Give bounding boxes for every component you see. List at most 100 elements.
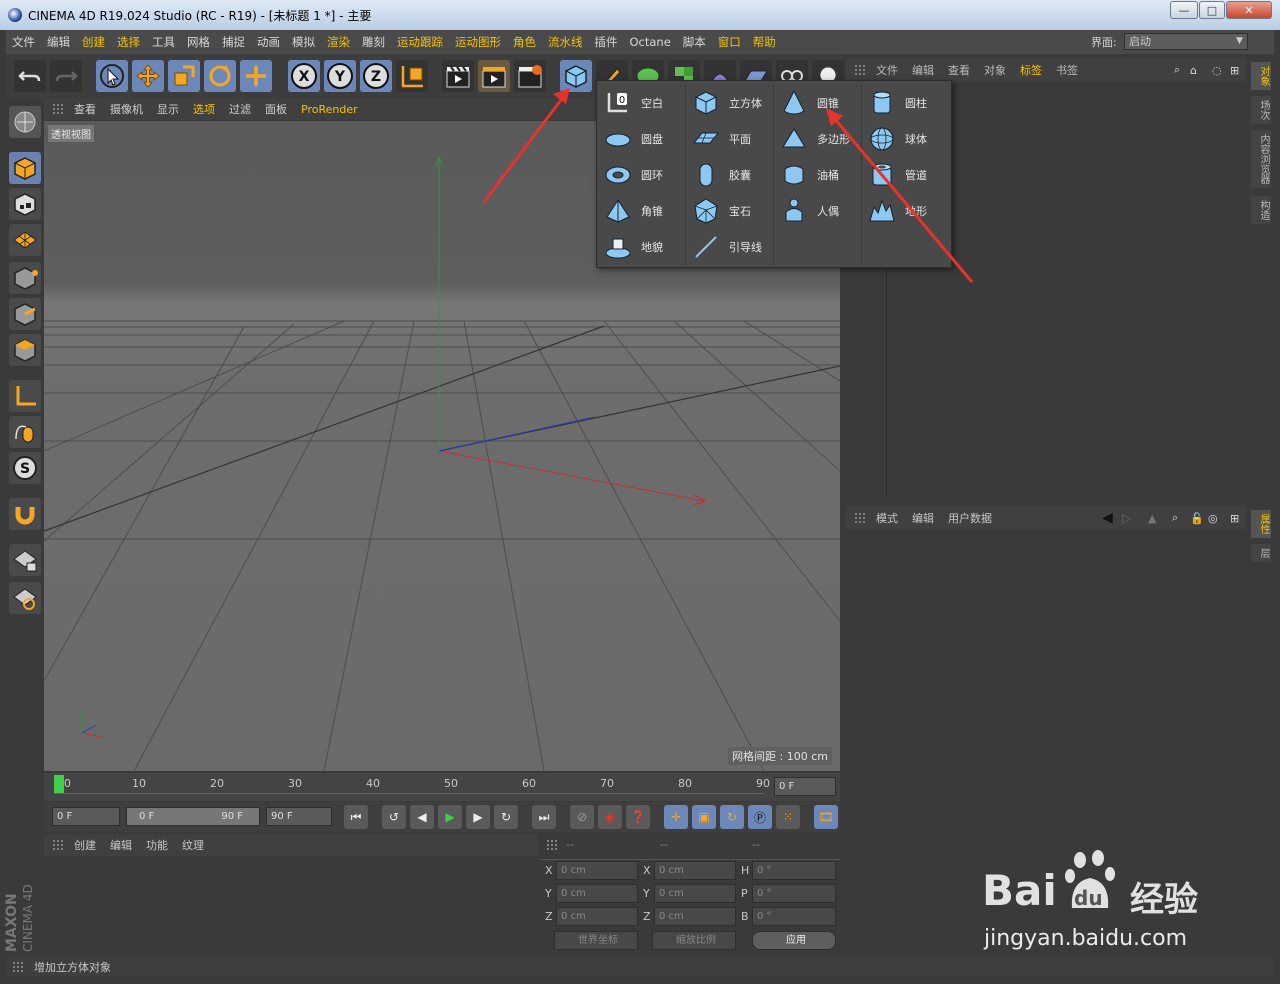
palette-item-capsule[interactable]: 胶囊 [689, 159, 751, 191]
material-menu-function[interactable]: 功能 [146, 837, 168, 853]
material-menu-create[interactable]: 创建 [74, 837, 96, 853]
menu-edit[interactable]: 编辑 [47, 34, 70, 50]
make-editable-button[interactable] [9, 106, 41, 138]
am-menu-mode[interactable]: 模式 [876, 510, 898, 526]
render-view-button[interactable] [442, 60, 474, 92]
tab-layers[interactable]: 层 [1251, 544, 1271, 562]
parameter-key-button[interactable]: Ⓟ [748, 805, 772, 829]
palette-item-polygon[interactable]: 多边形 [777, 123, 850, 155]
close-button[interactable]: ✕ [1226, 1, 1272, 19]
scale-key-button[interactable]: ▣ [692, 805, 716, 829]
menu-plugins[interactable]: 插件 [595, 34, 618, 50]
menu-pipeline[interactable]: 流水线 [548, 34, 583, 50]
frame-range-slider[interactable]: 0 F 90 F [126, 807, 260, 826]
palette-item-cone[interactable]: 圆锥 [777, 87, 839, 119]
goto-end-button[interactable]: ⏭ [532, 805, 556, 829]
rotation-b-field[interactable]: 0 ° [752, 907, 836, 926]
lock-icon[interactable]: 🔓 [1190, 512, 1204, 525]
maximize-button[interactable]: □ [1199, 1, 1225, 19]
viewport-menu-prorender[interactable]: ProRender [301, 103, 358, 116]
palette-item-null[interactable]: 0 空白 [601, 87, 663, 119]
palette-item-relief[interactable]: 地貌 [601, 231, 663, 263]
model-mode-button[interactable] [9, 152, 41, 184]
menu-octane[interactable]: Octane [630, 35, 671, 49]
menu-create[interactable]: 创建 [82, 34, 105, 50]
palette-item-oiltank[interactable]: 油桶 [777, 159, 839, 191]
menu-help[interactable]: 帮助 [753, 34, 776, 50]
rotate-tool-button[interactable] [204, 60, 236, 92]
lock-workplane-button[interactable] [9, 544, 41, 576]
palette-item-guide[interactable]: 引导线 [689, 231, 762, 263]
menu-script[interactable]: 脚本 [683, 34, 706, 50]
planar-workplane-button[interactable] [9, 582, 41, 614]
texture-mode-button[interactable] [9, 188, 41, 220]
om-menu-bookmarks[interactable]: 书签 [1056, 62, 1078, 78]
timeline-window-button[interactable]: 🎞 [814, 805, 838, 829]
y-axis-lock-button[interactable]: Y [324, 60, 356, 92]
up-arrow-icon[interactable]: ▲ [1148, 512, 1156, 525]
menu-animate[interactable]: 动画 [257, 34, 280, 50]
material-menu-texture[interactable]: 纹理 [182, 837, 204, 853]
workplane-mode-button[interactable] [9, 224, 41, 256]
polygons-mode-button[interactable] [9, 334, 41, 366]
menu-simulate[interactable]: 模拟 [292, 34, 315, 50]
viewport-menu-filter[interactable]: 过滤 [229, 101, 251, 117]
palette-item-tube[interactable]: 管道 [865, 159, 927, 191]
start-frame-field[interactable]: 0 F [52, 807, 120, 826]
menu-snap[interactable]: 捕捉 [222, 34, 245, 50]
menu-character[interactable]: 角色 [513, 34, 536, 50]
transform-tool-button[interactable] [240, 60, 272, 92]
layout-select[interactable]: 启动 [1124, 33, 1248, 50]
palette-item-cube[interactable]: 立方体 [689, 87, 762, 119]
undo-button[interactable] [14, 60, 46, 92]
rotation-p-field[interactable]: 0 ° [752, 884, 836, 903]
size-z-field[interactable]: 0 cm [654, 907, 736, 926]
om-menu-file[interactable]: 文件 [876, 62, 898, 78]
search-icon[interactable]: ⌕ [1172, 511, 1178, 525]
viewport-menu-cameras[interactable]: 摄像机 [110, 101, 143, 117]
om-menu-tags[interactable]: 标签 [1020, 62, 1042, 78]
menu-render[interactable]: 渲染 [327, 34, 350, 50]
target-icon[interactable]: ◎ [1208, 512, 1218, 525]
move-tool-button[interactable] [132, 60, 164, 92]
autokey-button[interactable]: ◉ [598, 805, 622, 829]
minimize-button[interactable]: — [1170, 1, 1198, 19]
tweak-mode-button[interactable] [9, 416, 41, 448]
palette-item-figure[interactable]: 人偶 [777, 195, 839, 227]
prev-frame-button[interactable]: ◀ [410, 805, 434, 829]
end-frame-field[interactable]: 90 F [266, 807, 332, 826]
point-level-key-button[interactable]: ⁙ [776, 805, 800, 829]
world-coordinates-dropdown[interactable]: 世界坐标 [554, 931, 638, 950]
forward-arrow-icon[interactable]: ▷ [1122, 511, 1131, 525]
palette-item-disc[interactable]: 圆盘 [601, 123, 663, 155]
cube-button[interactable] [560, 60, 592, 92]
keyframe-selection-button[interactable]: ❓ [626, 805, 650, 829]
playhead-marker[interactable] [54, 775, 64, 793]
palette-item-sphere[interactable]: 球体 [865, 123, 927, 155]
new-panel-icon[interactable]: ⊞ [1230, 512, 1239, 525]
menu-file[interactable]: 文件 [12, 34, 35, 50]
am-menu-userdata[interactable]: 用户数据 [948, 510, 992, 526]
play-button[interactable]: ▶ [438, 805, 462, 829]
viewport-menu-options[interactable]: 选项 [193, 101, 215, 117]
apply-button[interactable]: 应用 [752, 931, 836, 950]
render-picture-viewer-button[interactable] [478, 60, 510, 92]
position-z-field[interactable]: 0 cm [556, 907, 638, 926]
palette-item-platonic[interactable]: 宝石 [689, 195, 751, 227]
eye-icon[interactable]: ◌ [1212, 64, 1222, 77]
viewport-menu-view[interactable]: 查看 [74, 101, 96, 117]
rotation-h-field[interactable]: 0 ° [752, 861, 836, 880]
am-menu-edit[interactable]: 编辑 [912, 510, 934, 526]
position-x-field[interactable]: 0 cm [556, 861, 638, 880]
tab-takes[interactable]: 场次 [1251, 96, 1271, 124]
tab-objects[interactable]: 对象 [1251, 62, 1271, 90]
menu-select[interactable]: 选择 [117, 34, 140, 50]
points-mode-button[interactable] [9, 262, 41, 294]
size-y-field[interactable]: 0 cm [654, 884, 736, 903]
position-y-field[interactable]: 0 cm [556, 884, 638, 903]
z-axis-lock-button[interactable]: Z [360, 60, 392, 92]
edges-mode-button[interactable] [9, 298, 41, 330]
viewport-menu-panel[interactable]: 面板 [265, 101, 287, 117]
home-icon[interactable]: ⌂ [1190, 64, 1197, 77]
palette-item-plane[interactable]: 平面 [689, 123, 751, 155]
